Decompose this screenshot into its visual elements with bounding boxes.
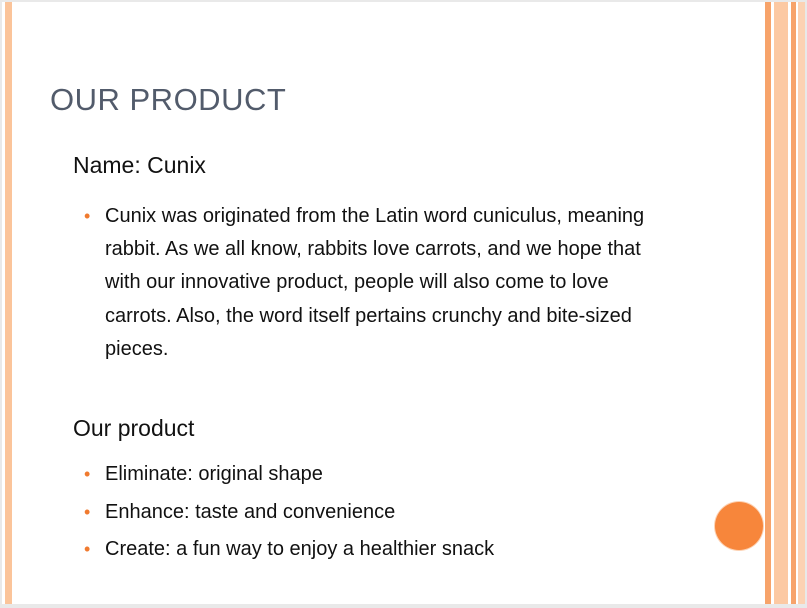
list-item: • Eliminate: original shape xyxy=(80,461,660,487)
slide-title: OUR PRODUCT xyxy=(50,82,287,117)
right-accent-bar xyxy=(798,2,805,604)
bullet-text: Enhance: taste and convenience xyxy=(105,500,396,523)
left-accent-stripe xyxy=(5,2,12,604)
bullet-list-name: • Cunix was originated from the Latin wo… xyxy=(80,200,660,366)
decorative-circle-icon xyxy=(715,502,763,550)
section-heading-name: Name: Cunix xyxy=(73,152,206,178)
right-accent-bar xyxy=(774,2,788,604)
list-item: • Create: a fun way to enjoy a healthier… xyxy=(80,536,660,562)
section-heading-product: Our product xyxy=(73,415,195,441)
right-accent-bar xyxy=(765,2,771,604)
list-item: • Enhance: taste and convenience xyxy=(80,499,660,525)
right-accent-bar xyxy=(791,2,796,604)
bullet-dot-icon: • xyxy=(84,539,91,559)
bullet-text: Create: a fun way to enjoy a healthier s… xyxy=(105,538,495,560)
bullet-dot-icon: • xyxy=(84,206,91,226)
bullet-dot-icon: • xyxy=(84,501,91,522)
list-item: • Cunix was originated from the Latin wo… xyxy=(80,200,660,366)
slide: OUR PRODUCT Name: Cunix • Cunix was orig… xyxy=(2,2,805,604)
bullet-text: Cunix was originated from the Latin word… xyxy=(105,205,645,360)
bullet-list-product: • Eliminate: original shape • Enhance: t… xyxy=(80,461,660,574)
bullet-text: Eliminate: original shape xyxy=(105,463,323,485)
bullet-dot-icon: • xyxy=(84,464,91,484)
